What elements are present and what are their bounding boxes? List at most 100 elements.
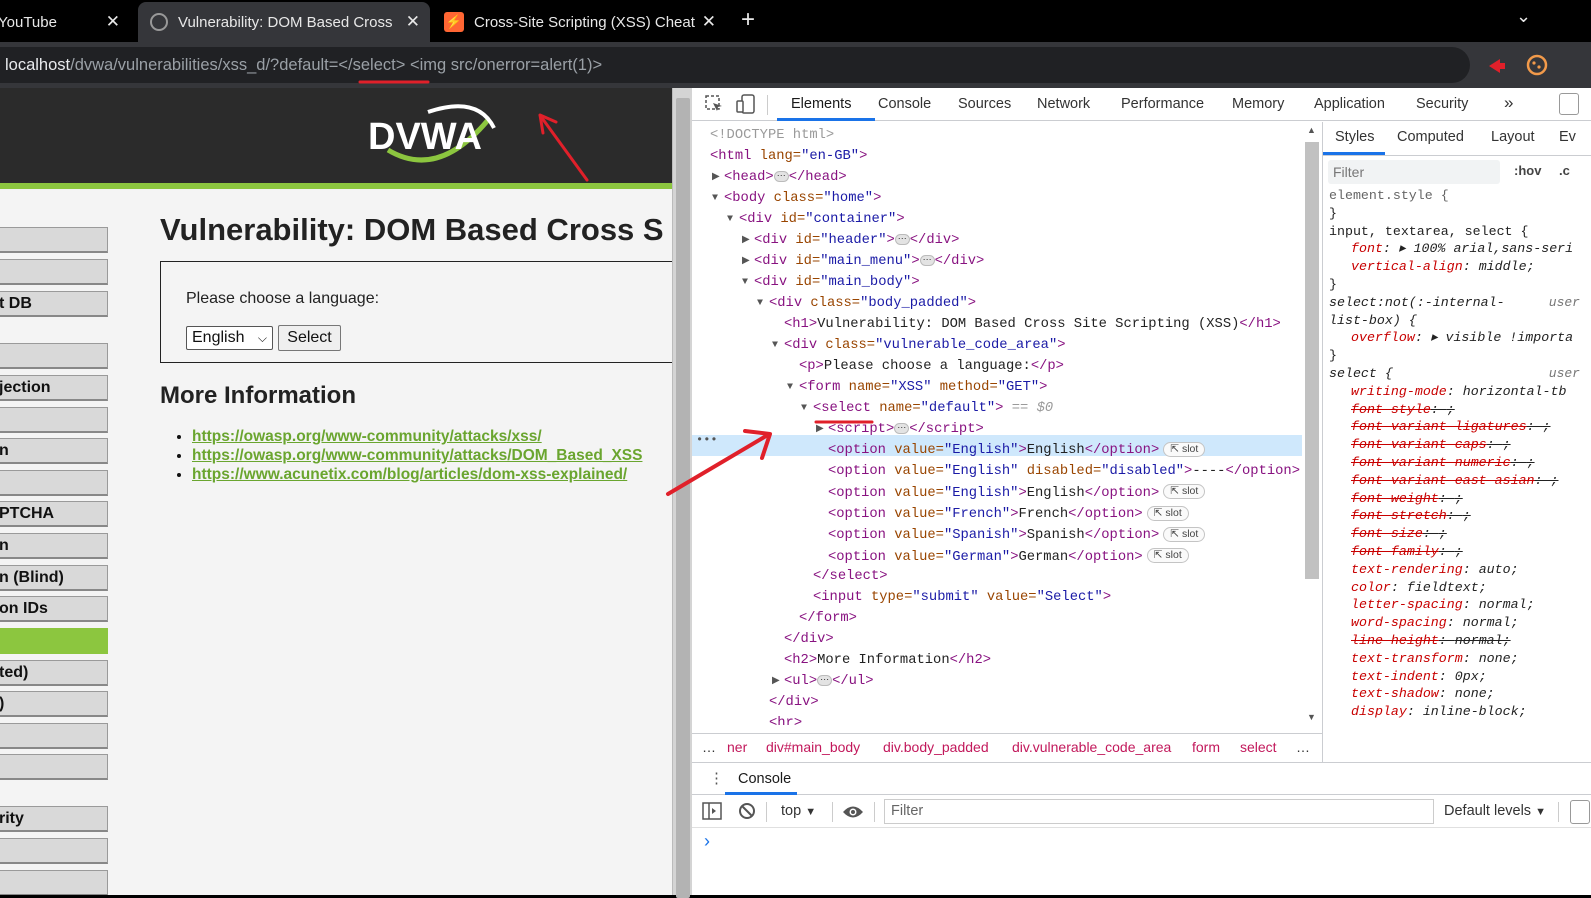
breadcrumb-item[interactable]: ner (727, 739, 747, 755)
css-declaration[interactable]: text-transform: none; (1351, 650, 1591, 668)
hover-state-button[interactable]: :hov (1514, 163, 1541, 178)
tab-layout[interactable]: Layout (1491, 129, 1535, 145)
inspect-element-icon[interactable] (704, 94, 724, 114)
sidebar-toggle-icon[interactable] (702, 802, 722, 820)
select-submit-button[interactable]: Select (278, 325, 341, 351)
tab-styles[interactable]: Styles (1335, 129, 1375, 145)
dom-node[interactable]: ▶ <ul> ⋯ </ul> (772, 671, 874, 692)
css-declaration[interactable]: text-rendering: auto; (1351, 561, 1591, 579)
tab-performance[interactable]: Performance (1121, 96, 1204, 112)
dom-node[interactable]: ▼ <div id="container"> (727, 209, 905, 230)
tab-console-drawer[interactable]: Console (738, 771, 791, 787)
sidebar-menu-item[interactable] (0, 723, 108, 749)
sidebar-menu-item[interactable] (0, 754, 108, 780)
breadcrumb-more[interactable]: … (1296, 739, 1310, 755)
dom-node[interactable]: <input type="submit" value="Select"> (813, 587, 1111, 608)
sidebar-menu-item[interactable]: ted) (0, 660, 108, 686)
sidebar-menu-item[interactable]: n (Blind) (0, 565, 108, 591)
dom-node[interactable]: ▶ <script> ⋯ </script> (816, 419, 984, 440)
tab-xss-cheatsheet[interactable]: ⚡ Cross-Site Scripting (XSS) Cheat S ✕ (434, 2, 726, 42)
new-tab-button[interactable]: + (741, 6, 755, 34)
tab-memory[interactable]: Memory (1232, 96, 1284, 112)
css-declaration[interactable]: font-variant-caps: ; (1351, 436, 1591, 454)
css-declaration[interactable]: color: fieldtext; (1351, 579, 1591, 597)
language-select[interactable]: English ⌵ (186, 326, 273, 350)
dom-node[interactable]: <h1>Vulnerability: DOM Based Cross Site … (784, 314, 1281, 335)
dom-node[interactable]: </select> (813, 566, 888, 587)
styles-filter-input[interactable]: Filter (1328, 160, 1500, 184)
device-toolbar-icon[interactable] (736, 94, 756, 114)
breadcrumb-more[interactable]: … (702, 739, 716, 755)
extension-cookie-icon[interactable] (1526, 54, 1548, 76)
dom-node[interactable]: <p>Please choose a language:</p> (799, 356, 1064, 377)
owasp-xss-link[interactable]: https://owasp.org/www-community/attacks/… (192, 428, 542, 445)
dom-node[interactable]: <!DOCTYPE html> (710, 125, 834, 146)
tab-sources[interactable]: Sources (958, 96, 1011, 112)
slot-badge[interactable]: ⇱ slot (1146, 505, 1189, 521)
url-input[interactable]: localhost/dvwa/vulnerabilities/xss_d/?de… (0, 47, 1470, 83)
sidebar-menu-item[interactable] (0, 227, 108, 253)
dom-node-option[interactable]: <option value="French">French</option> ⇱ … (828, 504, 1189, 525)
dom-node[interactable]: <h2>More Information</h2> (784, 650, 991, 671)
breadcrumb-item-active[interactable]: select (1240, 739, 1277, 755)
dom-node[interactable]: ▼ <div class="body_padded"> (757, 293, 976, 314)
breadcrumb-item[interactable]: div.body_padded (883, 739, 989, 755)
css-declaration[interactable]: font-variant-ligatures: ; (1351, 418, 1591, 436)
log-levels-select[interactable]: Default levels ▼ (1444, 803, 1546, 819)
slot-badge[interactable]: ⇱ slot (1163, 527, 1206, 543)
css-selector[interactable]: } (1329, 276, 1586, 294)
css-declaration[interactable]: text-shadow: none; (1351, 685, 1591, 703)
css-selector[interactable]: element.style { (1329, 187, 1586, 205)
dom-node[interactable]: </div> (784, 629, 834, 650)
dom-node-option[interactable]: <option value="English" disabled="disabl… (828, 461, 1302, 482)
tab-application[interactable]: Application (1314, 96, 1385, 112)
close-icon[interactable]: ✕ (702, 12, 716, 32)
tab-dvwa[interactable]: Vulnerability: DOM Based Cross S ✕ (138, 2, 430, 42)
sidebar-menu-item[interactable]: on IDs (0, 596, 108, 622)
more-tabs-button[interactable]: » (1504, 93, 1513, 113)
close-icon[interactable]: ✕ (406, 12, 420, 32)
close-icon[interactable]: ✕ (106, 12, 120, 32)
breadcrumb-item[interactable]: form (1192, 739, 1220, 755)
dom-node[interactable]: ▶ <div id="main_menu"> ⋯ </div> (742, 251, 984, 272)
console-prompt[interactable]: › (704, 831, 710, 852)
dom-node-select[interactable]: ▼ <select name="default"> == $0 (801, 398, 1053, 419)
css-declaration[interactable]: display: inline-block; (1351, 703, 1591, 721)
scrollbar-thumb[interactable] (1305, 142, 1319, 579)
clear-console-icon[interactable] (738, 802, 756, 820)
extension-horn-icon[interactable] (1486, 54, 1508, 76)
scroll-up-icon[interactable]: ▲ (1307, 125, 1316, 135)
css-declaration[interactable]: overflow: ▸ visible !importa (1351, 329, 1591, 347)
sidebar-menu-item[interactable] (0, 628, 108, 654)
scroll-down-icon[interactable]: ▼ (1307, 712, 1316, 722)
css-selector[interactable]: } (1329, 347, 1586, 365)
dom-node[interactable]: ▼ <form name="XSS" method="GET"> (787, 377, 1047, 398)
live-expression-eye-icon[interactable] (842, 803, 864, 821)
dom-node-option[interactable]: <option value="English">English</option>… (828, 483, 1206, 504)
tab-youtube[interactable]: YouTube ✕ (0, 2, 130, 42)
dom-node[interactable]: ▼ <body class="home"> (712, 188, 881, 209)
sidebar-menu-item[interactable]: PTCHA (0, 501, 108, 527)
tab-event-listeners[interactable]: Ev (1559, 129, 1576, 145)
css-selector[interactable]: } (1329, 205, 1586, 223)
css-declaration[interactable]: word-spacing: normal; (1351, 614, 1591, 632)
settings-icon[interactable] (1559, 93, 1579, 115)
css-selector[interactable]: select:not(:-internal-user (1329, 294, 1586, 312)
tab-search-button[interactable]: ⌄ (1516, 6, 1531, 27)
sidebar-menu-item[interactable]: n (0, 438, 108, 464)
css-declaration[interactable]: font-size: ; (1351, 525, 1591, 543)
sidebar-menu-item[interactable] (0, 870, 108, 895)
dom-node[interactable]: </form> (799, 608, 857, 629)
tab-network[interactable]: Network (1037, 96, 1090, 112)
dom-node[interactable]: </div> (769, 692, 819, 713)
page-scrollbar[interactable] (672, 88, 692, 898)
dom-node[interactable]: ▼ <div id="main_body"> (742, 272, 920, 293)
css-declaration[interactable]: font: ▸ 100% arial,sans-seri (1351, 240, 1591, 258)
css-selector[interactable]: input, textarea, select { (1329, 223, 1586, 241)
dom-node-option[interactable]: <option value="German">German</option> ⇱ … (828, 547, 1189, 568)
css-declaration[interactable]: writing-mode: horizontal-tb (1351, 383, 1591, 401)
sidebar-menu-item[interactable]: n (0, 533, 108, 559)
css-declaration[interactable]: vertical-align: middle; (1351, 258, 1591, 276)
css-selector[interactable]: list-box) { (1329, 312, 1586, 330)
css-selector[interactable]: select {user (1329, 365, 1586, 383)
